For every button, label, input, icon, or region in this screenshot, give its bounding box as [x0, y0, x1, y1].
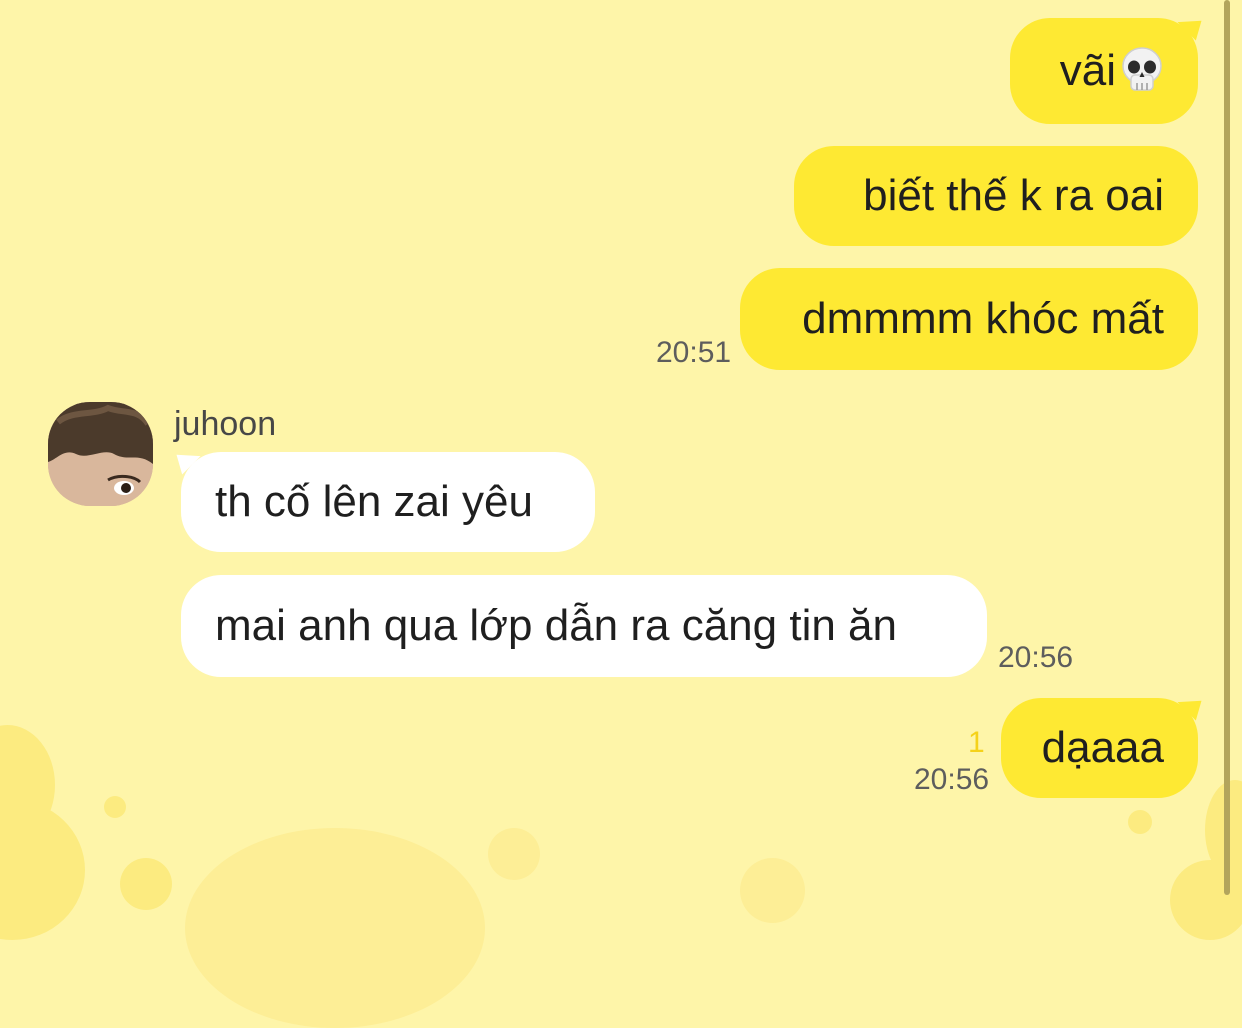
message-text: mai anh qua lớp dẫn ra căng tin ăn	[215, 601, 897, 650]
message-text: vãi	[1059, 46, 1116, 95]
unread-count: 1	[968, 726, 985, 759]
message-timestamp: 20:56	[914, 763, 990, 796]
message-text: dạaaa	[1041, 723, 1164, 772]
message-timestamp: 20:56	[998, 641, 1074, 674]
message-timestamp: 20:51	[656, 336, 732, 369]
background-bubble-decoration	[740, 858, 805, 923]
chat-area[interactable]: vãi biết thế k ra oai dmmmm khóc mất 20:…	[0, 0, 1242, 1028]
message-text: th cố lên zai yêu	[215, 477, 533, 526]
incoming-message-bubble[interactable]: th cố lên zai yêu	[181, 452, 595, 552]
outgoing-message-bubble[interactable]: vãi	[1010, 18, 1198, 124]
background-bubble-decoration	[185, 828, 485, 1028]
background-bubble-decoration	[0, 800, 85, 940]
sender-name: juhoon	[174, 405, 277, 443]
background-bubble-decoration	[120, 858, 172, 910]
outgoing-message-bubble[interactable]: biết thế k ra oai	[794, 146, 1198, 246]
incoming-message-bubble[interactable]: mai anh qua lớp dẫn ra căng tin ăn	[181, 575, 987, 677]
background-bubble-decoration	[488, 828, 540, 880]
scrollbar[interactable]	[1224, 0, 1230, 895]
background-bubble-decoration	[104, 796, 126, 818]
profile-photo-icon	[48, 402, 153, 506]
message-text: biết thế k ra oai	[863, 171, 1164, 220]
outgoing-message-bubble[interactable]: dmmmm khóc mất	[740, 268, 1198, 370]
avatar[interactable]	[48, 402, 153, 506]
message-text: dmmmm khóc mất	[802, 294, 1164, 343]
skull-emoji-icon	[1120, 47, 1164, 95]
background-bubble-decoration	[1128, 810, 1152, 834]
outgoing-message-bubble[interactable]: dạaaa	[1001, 698, 1198, 798]
